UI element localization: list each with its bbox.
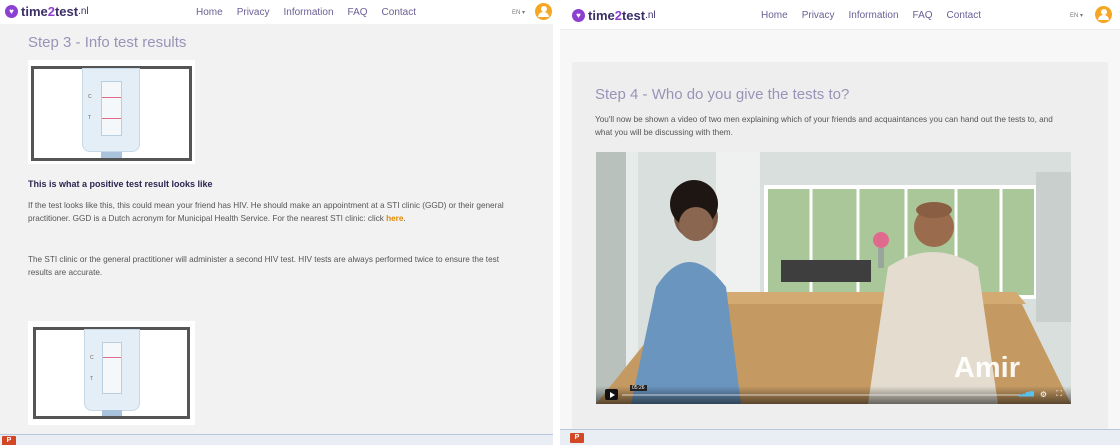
nav-privacy[interactable]: Privacy <box>802 10 835 21</box>
video-timecode: 05:26 <box>630 385 647 391</box>
user-icon[interactable] <box>1095 6 1112 23</box>
positive-result-heading: This is what a positive test result look… <box>28 179 213 189</box>
logo-text-test: test <box>54 4 79 19</box>
speaker-icon[interactable]: ▂▃▅▆ <box>1019 390 1035 397</box>
nav-information[interactable]: Information <box>283 7 333 18</box>
pane-divider <box>553 0 560 445</box>
second-test-paragraph: The STI clinic or the general practition… <box>28 255 499 277</box>
taskbar: P <box>0 434 553 445</box>
user-icon[interactable] <box>535 3 552 20</box>
step-4-intro: You'll now be shown a video of two men e… <box>595 115 1053 137</box>
powerpoint-icon[interactable]: P <box>2 436 16 445</box>
logo-text-time: time <box>588 8 615 23</box>
test-result-image-positive: C T <box>28 60 195 164</box>
heart-logo-icon: ♥ <box>5 5 18 18</box>
paragraph-text: If the test looks like this, this could … <box>28 201 504 223</box>
positive-result-paragraph: If the test looks like this, this could … <box>28 199 520 225</box>
control-mark: C <box>88 94 92 100</box>
top-navbar: ♥ time 2 test .nl Home Privacy Information … <box>0 0 553 24</box>
powerpoint-icon[interactable]: P <box>570 433 584 443</box>
test-mark: T <box>90 376 94 382</box>
step-4-title: Step 4 - Who do you give the tests to? <box>595 86 850 103</box>
test-line <box>102 118 121 119</box>
site-logo[interactable]: ♥ time 2 test .nl <box>572 8 656 23</box>
nav-contact[interactable]: Contact <box>947 10 981 21</box>
video-controls: 05:26 ▂▃▅▆ ⚙ ⛶ <box>596 385 1071 404</box>
logo-tld: .nl <box>78 6 89 17</box>
test-window <box>102 342 122 394</box>
video-progress-bar[interactable] <box>622 394 1021 396</box>
nav-faq[interactable]: FAQ <box>913 10 933 21</box>
nav-home[interactable]: Home <box>761 10 788 21</box>
fullscreen-icon[interactable]: ⛶ <box>1056 389 1062 399</box>
test-window <box>101 81 122 136</box>
nav-home[interactable]: Home <box>196 7 223 18</box>
video-player[interactable]: Amir 05:26 ▂▃▅▆ ⚙ ⛶ <box>596 152 1071 404</box>
play-icon[interactable] <box>605 389 618 400</box>
nav-menu: Home Privacy Information FAQ Contact <box>761 10 981 21</box>
logo-text-test: test <box>621 8 646 23</box>
language-selector[interactable]: EN ▾ <box>512 9 525 16</box>
nav-privacy[interactable]: Privacy <box>237 7 270 18</box>
language-selector[interactable]: EN ▾ <box>1070 12 1083 19</box>
user-body-shape <box>1098 15 1109 20</box>
test-result-image-second: C T <box>28 321 195 425</box>
step-3-title: Step 3 - Info test results <box>28 34 187 51</box>
control-line <box>102 97 121 98</box>
heart-logo-icon: ♥ <box>572 9 585 22</box>
nav-information[interactable]: Information <box>848 10 898 21</box>
left-browser-pane: ♥ time 2 test .nl Home Privacy Information … <box>0 0 553 445</box>
paragraph-period: . <box>403 214 406 223</box>
test-mark: T <box>88 115 92 121</box>
test-base <box>102 410 122 416</box>
nav-menu: Home Privacy Information FAQ Contact <box>196 7 416 18</box>
top-navbar: ♥ time 2 test .nl Home Privacy Information … <box>560 0 1120 30</box>
logo-text-time: time <box>21 4 48 19</box>
logo-tld: .nl <box>645 10 656 21</box>
logo-text-2: 2 <box>614 8 622 23</box>
user-body-shape <box>538 12 549 17</box>
nav-contact[interactable]: Contact <box>382 7 416 18</box>
gear-icon[interactable]: ⚙ <box>1040 390 1047 399</box>
sti-clinic-link[interactable]: here <box>386 214 403 223</box>
right-browser-pane: ♥ time 2 test .nl Home Privacy Information … <box>560 0 1120 445</box>
speaker-name-overlay: Amir <box>953 352 1020 384</box>
nav-faq[interactable]: FAQ <box>348 7 368 18</box>
control-line <box>103 357 121 358</box>
site-logo[interactable]: ♥ time 2 test .nl <box>5 4 89 19</box>
test-base <box>101 152 122 158</box>
logo-text-2: 2 <box>47 4 55 19</box>
control-mark: C <box>90 355 94 361</box>
taskbar: P <box>560 429 1120 445</box>
